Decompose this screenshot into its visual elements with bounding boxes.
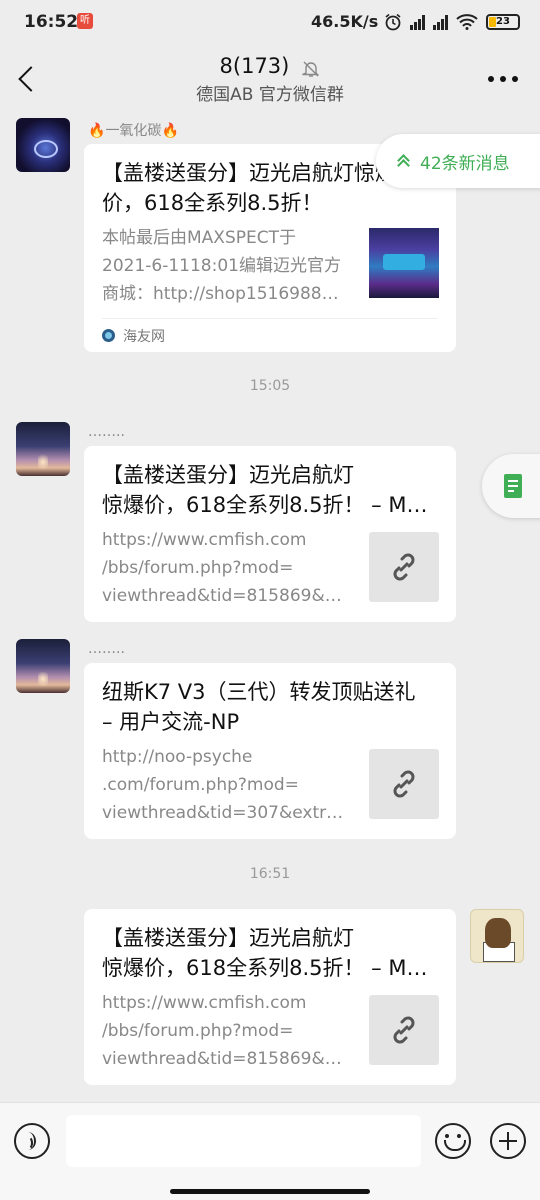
card-title: 【盖楼送蛋分】迈光启航灯 惊爆价，618全系列8.5折！ – M…	[102, 923, 438, 983]
home-indicator[interactable]	[170, 1189, 370, 1194]
card-description: http://noo-psyche .com/forum.php?mod= vi…	[102, 743, 358, 827]
status-time: 16:52	[24, 12, 79, 32]
card-description: https://www.cmfish.com /bbs/forum.php?mo…	[102, 526, 358, 610]
chat-header: 8(173) 德国AB 官方微信群	[0, 44, 540, 114]
network-speed: 46.5K/s	[311, 12, 379, 31]
timestamp: 15:05	[249, 378, 291, 394]
link-card[interactable]: 【盖楼送蛋分】迈光启航灯 惊爆价，618全系列8.5折！ – M… https:…	[84, 909, 456, 1085]
card-title-line: – 用户交流-NP	[102, 710, 240, 734]
new-messages-button[interactable]: 42条新消息	[376, 134, 540, 188]
card-desc-line: 2021-6-1118:01编辑迈光官方	[102, 256, 341, 276]
link-icon	[393, 553, 415, 581]
fire-emoji: 🔥	[161, 123, 179, 139]
input-bar	[0, 1102, 540, 1200]
source-name: 海友网	[123, 328, 165, 345]
sender-name: 🔥一氧化碳🔥	[88, 120, 179, 140]
new-messages-label: 42条新消息	[420, 153, 510, 174]
card-title: 纽斯K7 V3（三代）转发顶贴送礼 – 用户交流-NP	[102, 677, 438, 737]
mute-bell-icon	[302, 61, 320, 77]
voice-input-icon[interactable]	[14, 1123, 50, 1159]
link-thumbnail	[369, 532, 439, 602]
card-title-line: 【盖楼送蛋分】迈光启航灯	[102, 463, 354, 487]
avatar[interactable]	[470, 909, 524, 963]
wifi-icon	[456, 14, 478, 30]
avatar[interactable]	[16, 118, 70, 172]
card-desc-line: 商城：http://shop1516988…	[102, 284, 339, 304]
notification-badge: 听	[77, 13, 93, 29]
double-chevron-up-icon	[396, 153, 410, 169]
card-description: 本帖最后由MAXSPECT于 2021-6-1118:01编辑迈光官方 商城：h…	[102, 224, 364, 308]
emoji-icon[interactable]	[435, 1123, 471, 1159]
link-icon	[393, 1016, 415, 1044]
side-document-button[interactable]	[482, 454, 540, 518]
status-bar: 16:52 听 46.5K/s 23	[0, 0, 540, 44]
fire-emoji: 🔥	[88, 123, 106, 139]
card-desc-line: http://noo-psyche	[102, 747, 253, 767]
plus-icon[interactable]	[490, 1123, 526, 1159]
chat-title-block: 8(173) 德国AB 官方微信群	[0, 54, 540, 105]
card-desc-line: viewthread&tid=815869&…	[102, 586, 342, 606]
card-title-line: 惊爆价，618全系列8.5折！ – M…	[102, 956, 428, 980]
card-desc-line: https://www.cmfish.com	[102, 993, 307, 1013]
alarm-icon	[385, 13, 401, 31]
source-logo-icon	[102, 329, 115, 342]
sender-label: 一氧化碳	[105, 123, 162, 139]
more-options-button[interactable]	[488, 76, 518, 84]
message-input[interactable]	[66, 1115, 421, 1167]
card-description: https://www.cmfish.com /bbs/forum.php?mo…	[102, 989, 358, 1073]
card-title-line: 纽斯K7 V3（三代）转发顶贴送礼	[102, 680, 416, 704]
card-source: 海友网	[102, 318, 438, 352]
chat-subtitle: 德国AB 官方微信群	[196, 85, 344, 105]
card-desc-line: viewthread&tid=815869&…	[102, 1049, 342, 1069]
article-thumbnail	[369, 228, 439, 298]
card-title-line: 【盖楼送蛋分】迈光启航灯	[102, 926, 354, 950]
card-desc-line: /bbs/forum.php?mod=	[102, 558, 294, 578]
sender-name: ……..	[88, 641, 125, 657]
avatar[interactable]	[16, 422, 70, 476]
link-thumbnail	[369, 995, 439, 1065]
card-title-line: 价，618全系列8.5折！	[102, 191, 323, 215]
link-thumbnail	[369, 749, 439, 819]
sender-name: ……..	[88, 424, 125, 440]
status-icons: 23	[384, 12, 520, 32]
battery-icon: 23	[486, 14, 520, 30]
link-card[interactable]: 【盖楼送蛋分】迈光启航灯 惊爆价，618全系列8.5折！ – M… https:…	[84, 446, 456, 622]
hd-signal-icon	[410, 14, 425, 30]
card-desc-line: 本帖最后由MAXSPECT于	[102, 228, 296, 248]
link-icon	[393, 770, 415, 798]
link-card[interactable]: 纽斯K7 V3（三代）转发顶贴送礼 – 用户交流-NP http://noo-p…	[84, 663, 456, 839]
hd-signal-icon	[433, 14, 448, 30]
card-desc-line: .com/forum.php?mod=	[102, 775, 299, 795]
card-desc-line: https://www.cmfish.com	[102, 530, 307, 550]
card-desc-line: viewthread&tid=307&extr…	[102, 803, 344, 823]
chat-title: 8(173)	[219, 54, 290, 78]
timestamp: 16:51	[249, 866, 291, 882]
card-title: 【盖楼送蛋分】迈光启航灯 惊爆价，618全系列8.5折！ – M…	[102, 460, 438, 520]
battery-level: 23	[496, 16, 510, 27]
document-icon	[504, 474, 522, 498]
avatar[interactable]	[16, 639, 70, 693]
card-title-line: 惊爆价，618全系列8.5折！ – M…	[102, 493, 428, 517]
card-desc-line: /bbs/forum.php?mod=	[102, 1021, 294, 1041]
